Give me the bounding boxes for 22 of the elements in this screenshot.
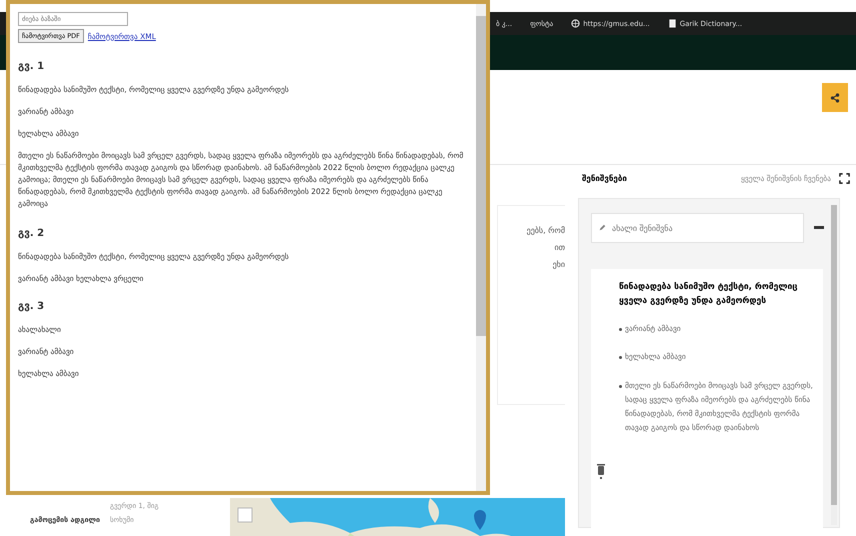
- bullet-icon: [619, 356, 622, 360]
- scrollbar[interactable]: [476, 4, 486, 491]
- collapse-icon[interactable]: [814, 226, 824, 230]
- page-heading: გვ. 3: [18, 301, 46, 312]
- card-text: ით: [554, 243, 565, 252]
- pencil-icon: [599, 224, 606, 231]
- notes-title: შენიშვნები: [582, 174, 627, 183]
- bullet-icon: [619, 328, 622, 332]
- card-text: ეხი: [552, 260, 565, 269]
- share-icon: [830, 92, 840, 102]
- trash-icon[interactable]: [597, 464, 605, 480]
- share-button[interactable]: [822, 83, 848, 112]
- fullscreen-icon[interactable]: [839, 173, 850, 184]
- new-note-field[interactable]: ახალი შენიშვნა: [591, 213, 804, 243]
- bullet-icon: [619, 384, 622, 388]
- page-icon: [668, 19, 677, 28]
- card-text: ეებს, რომ: [526, 226, 565, 235]
- page-heading: გვ. 1: [18, 61, 46, 72]
- page-heading: გვ. 2: [18, 228, 46, 239]
- note-title: წინადადება სანიმუშო ტექსტი, რომელიც ყველა გვერდზე უნდა გამეორდეს: [619, 281, 799, 308]
- globe-icon: [571, 19, 580, 28]
- scrollbar[interactable]: [831, 205, 837, 525]
